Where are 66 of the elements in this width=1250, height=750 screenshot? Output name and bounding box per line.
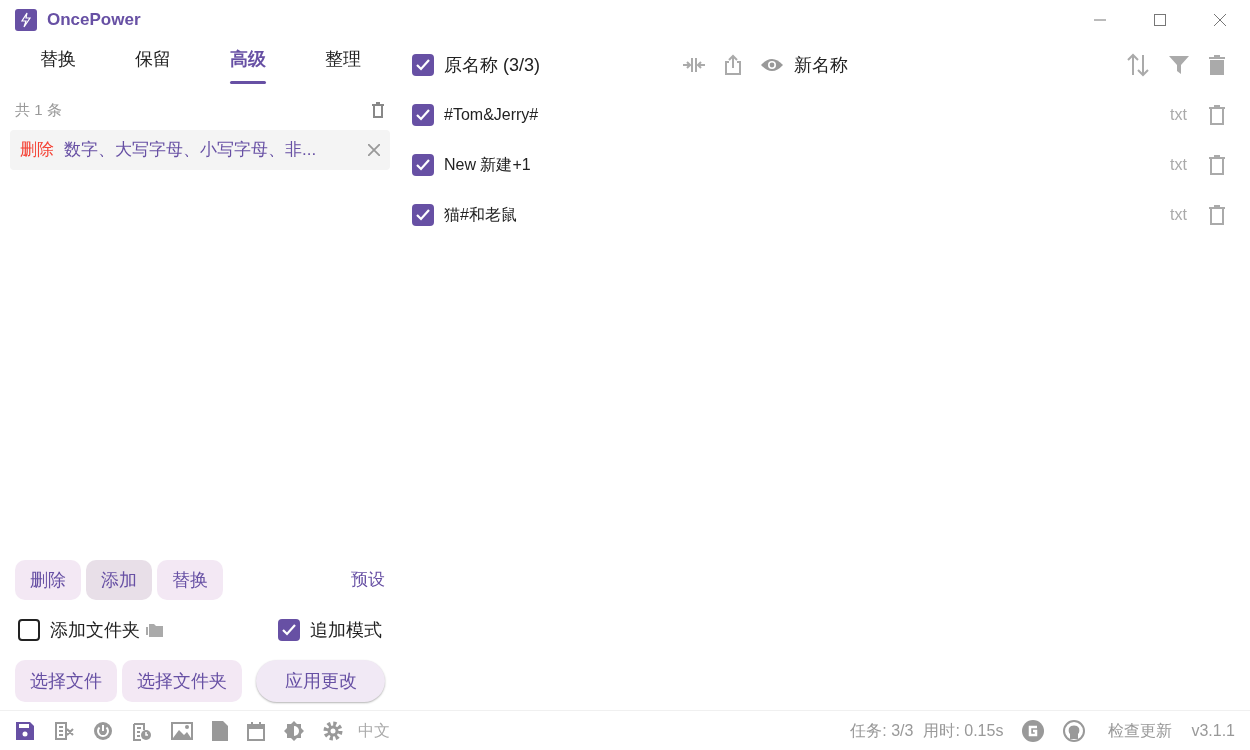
- option-label: 添加文件夹: [50, 618, 140, 642]
- version-label: v3.1.1: [1191, 720, 1235, 741]
- align-icon[interactable]: [682, 57, 706, 73]
- rule-action: 删除: [20, 139, 54, 162]
- checkbox[interactable]: [278, 619, 300, 641]
- list-icon[interactable]: [54, 720, 74, 741]
- eye-icon[interactable]: [760, 57, 784, 73]
- checkmark-icon: [416, 59, 430, 71]
- file-extension: txt: [1170, 205, 1187, 225]
- clipboard-clock-icon[interactable]: [132, 720, 152, 741]
- file-extension: txt: [1170, 155, 1187, 175]
- delete-icon[interactable]: [1209, 155, 1225, 175]
- delete-icon[interactable]: [1209, 55, 1225, 75]
- window-title: OncePower: [47, 9, 141, 32]
- file-button[interactable]: 选择文件: [15, 660, 117, 702]
- tab[interactable]: 高级: [200, 40, 295, 90]
- elapsed-time: 用时: 0.15s: [923, 720, 1004, 741]
- file-icon[interactable]: [212, 720, 228, 741]
- checkbox[interactable]: [412, 54, 434, 76]
- power-icon[interactable]: [93, 720, 113, 741]
- rule-count: 共 1 条: [15, 99, 62, 120]
- delete-icon[interactable]: [371, 102, 385, 118]
- file-name: New 新建+1: [444, 155, 532, 175]
- rule-button[interactable]: 删除: [15, 560, 81, 600]
- delete-icon[interactable]: [1209, 205, 1225, 225]
- settings-icon[interactable]: [323, 720, 343, 741]
- brightness-icon[interactable]: [284, 720, 304, 741]
- save-icon[interactable]: [15, 720, 35, 741]
- sort-icon[interactable]: [1127, 53, 1149, 77]
- app-logo-icon: [15, 9, 37, 31]
- file-extension: txt: [1170, 105, 1187, 125]
- file-name: #Tom&Jerry#: [444, 105, 540, 125]
- checkbox[interactable]: [412, 104, 434, 126]
- task-count: 任务: 3/3: [850, 720, 914, 741]
- g-logo-icon[interactable]: [1022, 719, 1045, 742]
- close-icon[interactable]: [368, 144, 380, 156]
- column-header: 原名称 (3/3): [444, 53, 541, 77]
- checkmark-icon: [282, 624, 296, 636]
- checkbox[interactable]: [412, 154, 434, 176]
- filter-icon[interactable]: [1169, 56, 1189, 74]
- tab[interactable]: 替换: [10, 40, 105, 90]
- column-header: 新名称: [794, 53, 848, 77]
- checkmark-icon: [416, 209, 430, 221]
- tab[interactable]: 保留: [105, 40, 200, 90]
- rule-button[interactable]: 添加: [86, 560, 152, 600]
- calendar-icon[interactable]: [247, 720, 265, 741]
- option-label: 追加模式: [310, 618, 382, 642]
- delete-icon[interactable]: [1209, 105, 1225, 125]
- share-icon[interactable]: [724, 54, 742, 76]
- checkbox[interactable]: [18, 619, 40, 641]
- tab[interactable]: 整理: [295, 40, 390, 90]
- rule-button[interactable]: 替换: [157, 560, 223, 600]
- file-name: 猫#和老鼠: [444, 205, 518, 225]
- checkmark-icon: [416, 159, 430, 171]
- preset-link[interactable]: 预设: [351, 567, 385, 593]
- image-icon[interactable]: [171, 721, 193, 740]
- rule-description: 数字、大写字母、小写字母、非...: [64, 139, 318, 162]
- check-update-link[interactable]: 检查更新: [1108, 718, 1173, 743]
- file-button[interactable]: 选择文件夹: [122, 660, 242, 702]
- rule-item[interactable]: 删除 数字、大写字母、小写字母、非...: [10, 130, 390, 170]
- folder-icon: [146, 623, 163, 637]
- close-icon: [1214, 14, 1226, 26]
- apply-button[interactable]: 应用更改: [256, 660, 385, 702]
- checkbox[interactable]: [412, 204, 434, 226]
- checkmark-icon: [416, 109, 430, 121]
- maximize-icon: [1154, 14, 1166, 26]
